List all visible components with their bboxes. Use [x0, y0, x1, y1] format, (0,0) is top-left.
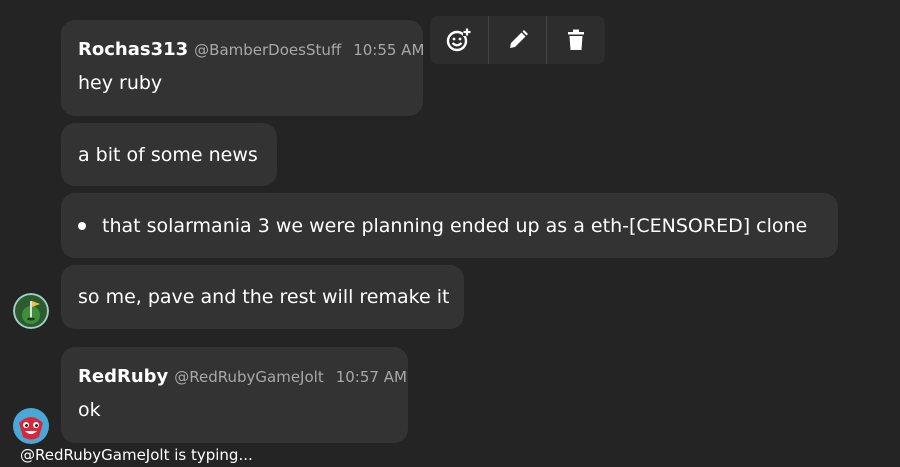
message-header: Rochas313 @BamberDoesStuff 10:55 AM [78, 39, 424, 60]
delete-button[interactable] [547, 16, 605, 64]
message-bubble[interactable]: Rochas313 @BamberDoesStuff 10:55 AM hey … [61, 20, 424, 116]
pencil-icon [509, 30, 528, 48]
message-timestamp: 10:55 AM [353, 41, 425, 59]
message-timestamp: 10:57 AM [335, 368, 407, 386]
message-text: a bit of some news [78, 143, 258, 166]
message-text: so me, pave and the rest will remake it [78, 286, 450, 308]
author-name[interactable]: RedRuby [78, 366, 168, 387]
red-ruby-avatar-icon [13, 408, 49, 444]
avatar[interactable] [12, 407, 50, 445]
message-header: RedRuby @RedRubyGameJolt 10:57 AM [78, 366, 407, 387]
trash-icon [568, 29, 585, 50]
message-actions-toolbar [430, 16, 605, 64]
list-bullet [78, 221, 86, 230]
avatar[interactable] [13, 293, 49, 329]
author-handle: @BamberDoesStuff [194, 41, 342, 59]
author-name[interactable]: Rochas313 [78, 39, 188, 60]
golf-flag-avatar-icon [13, 293, 49, 329]
message-text: ok [78, 399, 101, 421]
message-text: that solarmania 3 we were planning ended… [102, 214, 808, 237]
message-bubble[interactable]: that solarmania 3 we were planning ended… [61, 193, 838, 258]
message-bubble[interactable]: a bit of some news [61, 123, 277, 186]
message-bubble[interactable]: so me, pave and the rest will remake it [61, 265, 464, 329]
add-reaction-button[interactable] [430, 16, 488, 64]
message-text: hey ruby [78, 72, 163, 94]
message-bubble[interactable]: RedRuby @RedRubyGameJolt 10:57 AM ok [61, 347, 408, 443]
typing-indicator: @RedRubyGameJolt is typing... [20, 446, 253, 464]
edit-button[interactable] [489, 16, 547, 64]
add-reaction-icon [446, 28, 471, 52]
author-handle: @RedRubyGameJolt [174, 368, 324, 386]
